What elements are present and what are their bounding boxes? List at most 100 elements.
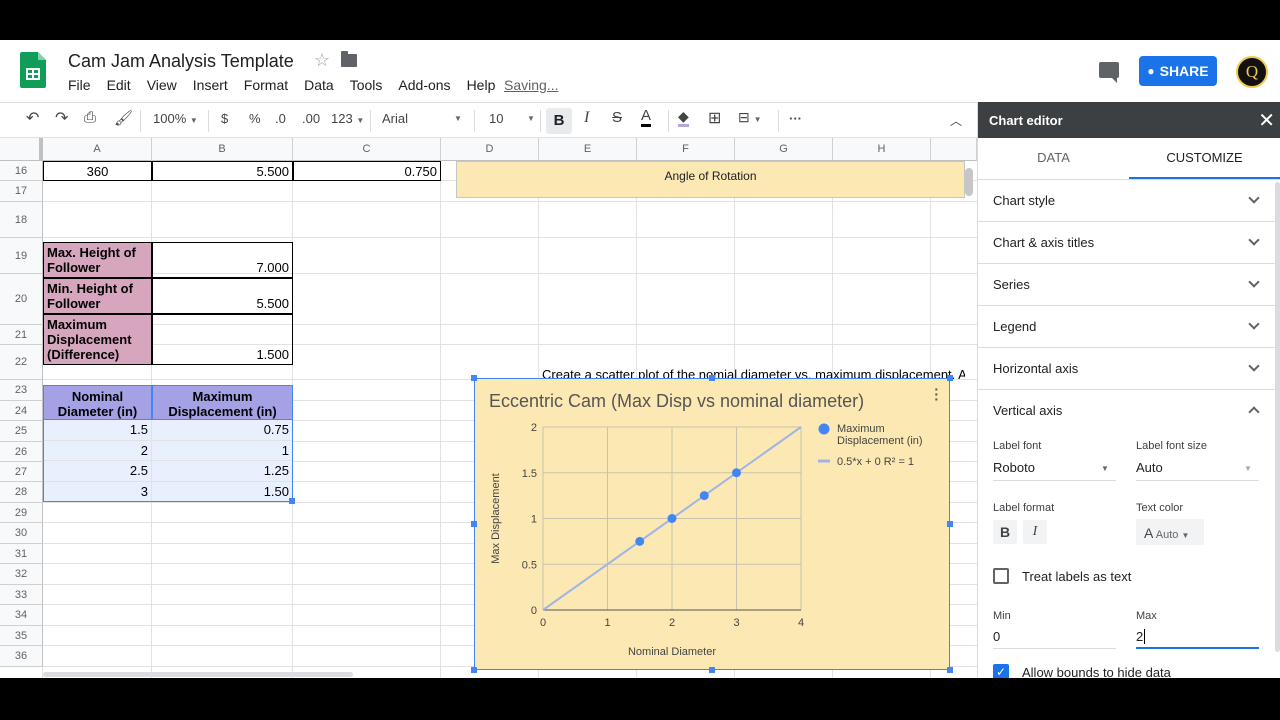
- sheets-logo-icon[interactable]: [20, 52, 46, 88]
- col-header-b[interactable]: B: [152, 138, 293, 161]
- label-size-select[interactable]: Auto: [1136, 460, 1163, 475]
- currency-format-button[interactable]: $: [221, 111, 228, 126]
- bold-format-button[interactable]: B: [993, 520, 1017, 544]
- row-header-34[interactable]: 34: [0, 605, 43, 626]
- redo-icon[interactable]: ↷: [55, 108, 68, 128]
- undo-icon[interactable]: ↶: [26, 108, 39, 128]
- section-chart-style[interactable]: Chart style: [978, 180, 1280, 222]
- col-header-h[interactable]: H: [833, 138, 931, 161]
- resize-handle[interactable]: [709, 375, 715, 381]
- menu-view[interactable]: View: [147, 77, 177, 93]
- row-header-36[interactable]: 36: [0, 646, 43, 667]
- row-header-25[interactable]: 25: [0, 421, 43, 442]
- font-select[interactable]: Arial ▼: [382, 111, 462, 126]
- fill-handle[interactable]: [289, 498, 295, 504]
- section-vertical-axis[interactable]: Vertical axis: [978, 390, 1280, 432]
- print-icon[interactable]: ⎙: [84, 109, 96, 126]
- scatter-chart[interactable]: Eccentric Cam (Max Disp vs nominal diame…: [471, 375, 953, 673]
- section-horizontal-axis[interactable]: Horizontal axis: [978, 348, 1280, 390]
- row-header-18[interactable]: 18: [0, 202, 43, 238]
- cell-b23[interactable]: 0.75: [152, 420, 293, 441]
- angle-of-rotation-label[interactable]: Angle of Rotation: [456, 161, 965, 198]
- document-title[interactable]: Cam Jam Analysis Template: [68, 51, 294, 72]
- cell-b19[interactable]: 5.500: [152, 278, 293, 314]
- section-chart-axis-titles[interactable]: Chart & axis titles: [978, 222, 1280, 264]
- resize-handle[interactable]: [471, 375, 477, 381]
- header-max-displacement[interactable]: Maximum Displacement (in): [152, 385, 293, 420]
- bold-button[interactable]: B: [546, 108, 572, 134]
- menu-tools[interactable]: Tools: [350, 77, 383, 93]
- cell-a25[interactable]: 2.5: [43, 461, 152, 482]
- menu-data[interactable]: Data: [304, 77, 334, 93]
- collapse-toolbar-icon[interactable]: ︿: [950, 112, 962, 129]
- row-header-35[interactable]: 35: [0, 626, 43, 646]
- treat-labels-checkbox[interactable]: [993, 568, 1009, 584]
- row-header-31[interactable]: 31: [0, 544, 43, 564]
- cell-b16[interactable]: 5.500: [152, 161, 293, 181]
- percent-format-button[interactable]: %: [249, 111, 261, 126]
- cell-a26[interactable]: 3: [43, 482, 152, 502]
- row-header-28[interactable]: 28: [0, 482, 43, 503]
- header-nominal-diameter[interactable]: Nominal Diameter (in): [43, 385, 152, 420]
- row-header-22[interactable]: 22: [0, 345, 43, 380]
- row-header-32[interactable]: 32: [0, 564, 43, 585]
- font-size-select[interactable]: 10 ▼: [489, 111, 535, 126]
- cell-b20[interactable]: 1.500: [152, 314, 293, 365]
- row-header-24[interactable]: 24: [0, 401, 43, 421]
- resize-handle[interactable]: [471, 667, 477, 673]
- cell-a19[interactable]: Min. Height of Follower: [43, 278, 152, 314]
- tab-customize[interactable]: CUSTOMIZE: [1129, 138, 1280, 179]
- grid-scrollbar[interactable]: [965, 168, 973, 196]
- star-icon[interactable]: ☆: [314, 50, 330, 71]
- label-font-select[interactable]: Roboto: [993, 460, 1035, 475]
- row-header-20[interactable]: 20: [0, 274, 43, 325]
- resize-handle[interactable]: [947, 521, 953, 527]
- row-header-29[interactable]: 29: [0, 503, 43, 523]
- close-icon[interactable]: ✕: [1258, 108, 1275, 133]
- editor-scrollbar[interactable]: [1275, 182, 1280, 652]
- increase-decimal-button[interactable]: .00: [302, 111, 320, 126]
- tab-data[interactable]: DATA: [978, 138, 1129, 179]
- horizontal-scrollbar[interactable]: [43, 672, 353, 677]
- menu-help[interactable]: Help: [467, 77, 496, 93]
- col-header-c[interactable]: C: [293, 138, 441, 161]
- menu-insert[interactable]: Insert: [193, 77, 228, 93]
- cell-a20[interactable]: Maximum Displacement (Difference): [43, 314, 152, 365]
- cell-a24[interactable]: 2: [43, 441, 152, 461]
- resize-handle[interactable]: [947, 667, 953, 673]
- row-header-19[interactable]: 19: [0, 238, 43, 274]
- row-header-21[interactable]: 21: [0, 325, 43, 345]
- text-color-button[interactable]: A: [641, 108, 652, 127]
- col-header-a[interactable]: A: [43, 138, 152, 161]
- menu-edit[interactable]: Edit: [107, 77, 131, 93]
- row-header-16[interactable]: 16: [0, 161, 43, 181]
- col-header-d[interactable]: D: [441, 138, 539, 161]
- row-header-26[interactable]: 26: [0, 442, 43, 462]
- save-status[interactable]: Saving...: [504, 77, 558, 93]
- resize-handle[interactable]: [471, 521, 477, 527]
- corner-cell[interactable]: [0, 138, 43, 161]
- cell-b24[interactable]: 1: [152, 441, 293, 461]
- cell-a23[interactable]: 1.5: [43, 420, 152, 441]
- zoom-select[interactable]: 100% ▼: [153, 111, 198, 126]
- paint-format-icon[interactable]: 🖌: [114, 109, 133, 127]
- share-button[interactable]: ● SHARE: [1139, 56, 1217, 86]
- cell-b18[interactable]: 7.000: [152, 242, 293, 278]
- row-header-30[interactable]: 30: [0, 523, 43, 544]
- section-series[interactable]: Series: [978, 264, 1280, 306]
- fill-color-icon[interactable]: ◆: [678, 108, 689, 127]
- menu-file[interactable]: File: [68, 77, 91, 93]
- max-input[interactable]: 2: [1136, 629, 1146, 644]
- cell-a18[interactable]: Max. Height of Follower: [43, 242, 152, 278]
- text-color-select[interactable]: A Auto ▼: [1136, 519, 1204, 545]
- cell-a16[interactable]: 360: [43, 161, 152, 181]
- resize-handle[interactable]: [947, 375, 953, 381]
- col-header-g[interactable]: G: [735, 138, 833, 161]
- row-header-27[interactable]: 27: [0, 462, 43, 482]
- row-header-33[interactable]: 33: [0, 585, 43, 605]
- italic-button[interactable]: I: [584, 109, 589, 127]
- cell-c16[interactable]: 0.750: [293, 161, 441, 181]
- folder-icon[interactable]: [341, 51, 357, 67]
- more-options-button[interactable]: ···: [789, 111, 802, 126]
- cell-b26[interactable]: 1.50: [152, 482, 293, 502]
